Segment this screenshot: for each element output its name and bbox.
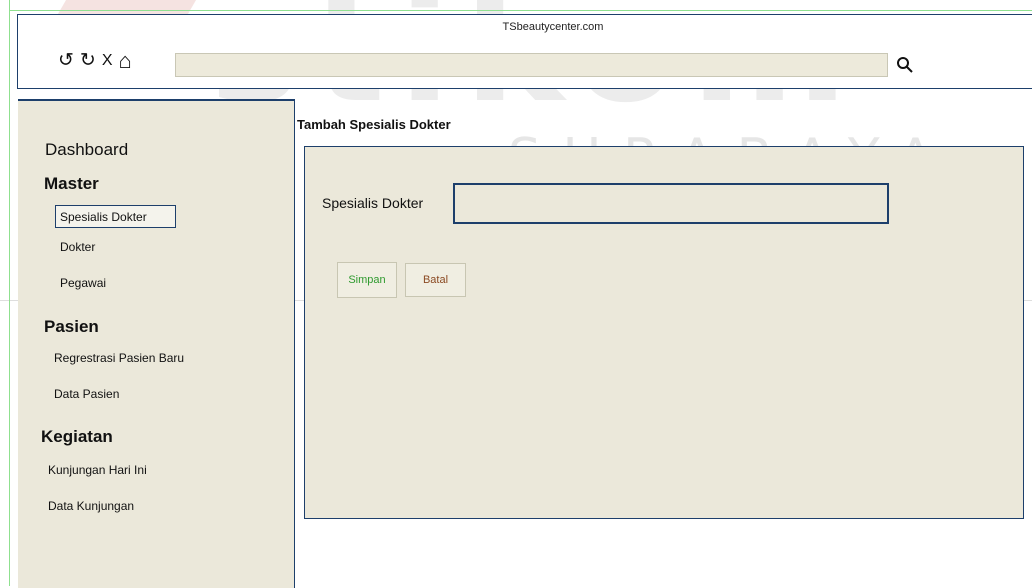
cancel-button[interactable]: Batal xyxy=(405,263,466,297)
sidebar-item-data-kunjungan[interactable]: Data Kunjungan xyxy=(48,499,134,513)
search-icon[interactable] xyxy=(896,56,914,74)
watermark-mark xyxy=(57,0,197,14)
sidebar-item-kunjungan-hari-ini[interactable]: Kunjungan Hari Ini xyxy=(48,463,147,477)
sidebar: Dashboard Master Spesialis Dokter Dokter… xyxy=(18,99,295,588)
form-panel: Spesialis Dokter Simpan Batal xyxy=(304,146,1024,519)
spesialis-input[interactable] xyxy=(453,183,889,224)
save-button[interactable]: Simpan xyxy=(337,262,397,298)
sidebar-heading-master: Master xyxy=(44,174,99,193)
page-title: Tambah Spesialis Dokter xyxy=(297,117,451,132)
sidebar-item-dokter[interactable]: Dokter xyxy=(60,240,95,254)
home-icon[interactable]: ⌂ xyxy=(119,50,132,72)
reload-icon[interactable]: ↻ xyxy=(80,51,96,71)
browser-bar: TSbeautycenter.com ↺ ↻ X ⌂ xyxy=(17,14,1032,89)
browser-title: TSbeautycenter.com xyxy=(502,21,604,33)
close-icon[interactable]: X xyxy=(102,51,113,71)
sidebar-item-label: Spesialis Dokter xyxy=(60,210,147,224)
browser-nav: ↺ ↻ X ⌂ xyxy=(58,50,132,72)
guide-line-horizontal xyxy=(9,10,1032,11)
spesialis-label: Spesialis Dokter xyxy=(322,195,424,211)
sidebar-item-data-pasien[interactable]: Data Pasien xyxy=(54,387,119,401)
guide-line-vertical xyxy=(9,0,10,586)
sidebar-item-spesialis-dokter[interactable]: Spesialis Dokter xyxy=(55,205,176,228)
undo-icon[interactable]: ↺ xyxy=(58,51,74,71)
address-input[interactable] xyxy=(175,53,888,77)
sidebar-heading-kegiatan: Kegiatan xyxy=(41,427,113,446)
sidebar-item-registrasi-pasien-baru[interactable]: Regrestrasi Pasien Baru xyxy=(54,351,184,365)
sidebar-heading-pasien: Pasien xyxy=(44,317,99,336)
sidebar-item-pegawai[interactable]: Pegawai xyxy=(60,276,106,290)
sidebar-item-dashboard[interactable]: Dashboard xyxy=(45,140,128,160)
